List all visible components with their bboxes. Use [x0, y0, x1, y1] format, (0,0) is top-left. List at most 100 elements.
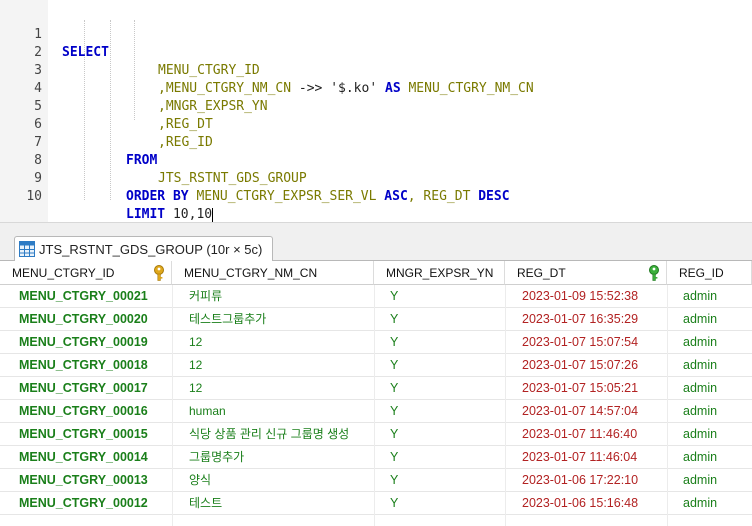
- cell-reg-dt[interactable]: 2023-01-07 15:07:54: [522, 331, 638, 353]
- cell-menu-ctgry-nm-cn[interactable]: 식당 상품 관리 신규 그룹명 생성: [189, 423, 349, 445]
- column-divider: [505, 285, 506, 526]
- column-identifier: ,MNGR_EXPSR_YN: [158, 99, 268, 114]
- cell-reg-id[interactable]: admin: [683, 492, 717, 514]
- result-tab-label: JTS_RSTNT_GDS_GROUP (10r × 5c): [39, 241, 263, 257]
- cell-mngr-expsr-yn[interactable]: Y: [390, 492, 398, 514]
- cell-menu-ctgry-id[interactable]: MENU_CTGRY_00020: [19, 308, 148, 330]
- cell-menu-ctgry-id[interactable]: MENU_CTGRY_00019: [19, 331, 148, 353]
- table-row[interactable]: MENU_CTGRY_00014 그룹명추가 Y 2023-01-07 11:46:0…: [0, 446, 752, 469]
- cell-menu-ctgry-id[interactable]: MENU_CTGRY_00021: [19, 285, 148, 307]
- keyword-asc: ASC: [384, 189, 408, 204]
- column-identifier: ,REG_ID: [158, 135, 213, 150]
- cell-menu-ctgry-nm-cn[interactable]: human: [189, 400, 226, 422]
- cell-mngr-expsr-yn[interactable]: Y: [390, 446, 398, 468]
- cell-reg-dt[interactable]: 2023-01-07 16:35:29: [522, 308, 638, 330]
- table-row[interactable]: MENU_CTGRY_00020 테스트그룹추가 Y 2023-01-07 16:35…: [0, 308, 752, 331]
- cell-reg-dt[interactable]: 2023-01-06 17:22:10: [522, 469, 638, 491]
- column-divider: [172, 285, 173, 526]
- keyword-limit: LIMIT: [126, 207, 166, 222]
- column-identifier: ,REG_DT: [158, 117, 213, 132]
- cell-menu-ctgry-nm-cn[interactable]: 12: [189, 354, 202, 376]
- cell-menu-ctgry-id[interactable]: MENU_CTGRY_00014: [19, 446, 148, 468]
- cell-menu-ctgry-nm-cn[interactable]: 커피류: [189, 285, 222, 307]
- cell-reg-id[interactable]: admin: [683, 308, 717, 330]
- code-line: 2 MENU_CTGRY_ID: [0, 26, 260, 78]
- table-identifier: JTS_RSTNT_GDS_GROUP: [158, 171, 307, 186]
- cell-reg-id[interactable]: admin: [683, 285, 717, 307]
- cell-menu-ctgry-nm-cn[interactable]: 그룹명추가: [189, 446, 244, 468]
- result-tab[interactable]: JTS_RSTNT_GDS_GROUP (10r × 5c): [14, 236, 274, 261]
- cell-reg-id[interactable]: admin: [683, 446, 717, 468]
- cell-mngr-expsr-yn[interactable]: Y: [390, 354, 398, 376]
- table-row[interactable]: MENU_CTGRY_00012 테스트 Y 2023-01-06 15:16:48 a…: [0, 492, 752, 515]
- code-line: 5 ,REG_DT: [0, 80, 213, 132]
- line-number: 10: [26, 189, 42, 204]
- cell-menu-ctgry-nm-cn[interactable]: 12: [189, 377, 202, 399]
- cell-menu-ctgry-id[interactable]: MENU_CTGRY_00017: [19, 377, 148, 399]
- column-header-menu-ctgry-id[interactable]: MENU_CTGRY_ID: [0, 261, 172, 285]
- keyword-as: AS: [377, 81, 409, 96]
- table-row[interactable]: MENU_CTGRY_00015 식당 상품 관리 신규 그룹명 생성 Y 2023-…: [0, 423, 752, 446]
- column-divider: [667, 285, 668, 526]
- column-header-reg-dt[interactable]: REG_DT: [505, 261, 667, 285]
- cell-reg-id[interactable]: admin: [683, 423, 717, 445]
- cell-mngr-expsr-yn[interactable]: Y: [390, 377, 398, 399]
- cell-reg-dt[interactable]: 2023-01-07 15:07:26: [522, 354, 638, 376]
- table-row[interactable]: MENU_CTGRY_00019 12 Y 2023-01-07 15:07:54 ad…: [0, 331, 752, 354]
- column-header-reg-id[interactable]: REG_ID: [667, 261, 752, 285]
- column-identifier: ,MENU_CTGRY_NM_CN: [158, 81, 292, 96]
- cell-menu-ctgry-nm-cn[interactable]: 테스트: [189, 492, 222, 514]
- cell-reg-id[interactable]: admin: [683, 377, 717, 399]
- text-cursor: [212, 207, 214, 222]
- cell-reg-dt[interactable]: 2023-01-07 14:57:04: [522, 400, 638, 422]
- table-row[interactable]: MENU_CTGRY_00021 커피류 Y 2023-01-09 15:52:38 a…: [0, 285, 752, 308]
- cell-reg-id[interactable]: admin: [683, 469, 717, 491]
- table-row[interactable]: MENU_CTGRY_00018 12 Y 2023-01-07 15:07:26 ad…: [0, 354, 752, 377]
- cell-menu-ctgry-id[interactable]: MENU_CTGRY_00015: [19, 423, 148, 445]
- cell-reg-id[interactable]: admin: [683, 354, 717, 376]
- code-line: 8 JTS_RSTNT_GDS_GROUP: [0, 134, 307, 186]
- code-line: 10 LIMIT 10,10: [0, 170, 214, 222]
- cell-reg-dt[interactable]: 2023-01-06 15:16:48: [522, 492, 638, 514]
- cell-reg-id[interactable]: admin: [683, 331, 717, 353]
- code-line: 1 SELECT: [0, 8, 109, 60]
- table-row[interactable]: MENU_CTGRY_00013 양식 Y 2023-01-06 17:22:10 ad…: [0, 469, 752, 492]
- cell-menu-ctgry-nm-cn[interactable]: 양식: [189, 469, 211, 491]
- code-line: 6 ,REG_ID: [0, 98, 213, 150]
- cell-mngr-expsr-yn[interactable]: Y: [390, 331, 398, 353]
- cell-mngr-expsr-yn[interactable]: Y: [390, 285, 398, 307]
- cell-menu-ctgry-nm-cn[interactable]: 테스트그룹추가: [189, 308, 266, 330]
- table-row[interactable]: MENU_CTGRY_00016 human Y 2023-01-07 14:57:0…: [0, 400, 752, 423]
- cell-menu-ctgry-id[interactable]: MENU_CTGRY_00013: [19, 469, 148, 491]
- code-line: 3 ,MENU_CTGRY_NM_CN ->> '$.ko' AS MENU_C…: [0, 44, 534, 96]
- cell-mngr-expsr-yn[interactable]: Y: [390, 400, 398, 422]
- cell-reg-dt[interactable]: 2023-01-07 15:05:21: [522, 377, 638, 399]
- cell-menu-ctgry-id[interactable]: MENU_CTGRY_00018: [19, 354, 148, 376]
- keyword-select: SELECT: [62, 45, 109, 60]
- column-identifier: MENU_CTGRY_EXPSR_SER_VL: [188, 189, 385, 204]
- keyword-desc: DESC: [478, 189, 510, 204]
- keyword-order-by: ORDER BY: [126, 189, 189, 204]
- grid-icon: [19, 241, 35, 257]
- column-header-mngr-expsr-yn[interactable]: MNGR_EXPSR_YN: [374, 261, 505, 285]
- column-header-menu-ctgry-nm-cn[interactable]: MENU_CTGRY_NM_CN: [172, 261, 374, 285]
- keyword-from: FROM: [126, 153, 158, 168]
- column-alias: MENU_CTGRY_NM_CN: [408, 81, 534, 96]
- index-key-icon: [649, 265, 659, 281]
- cell-menu-ctgry-nm-cn[interactable]: 12: [189, 331, 202, 353]
- table-row[interactable]: MENU_CTGRY_00017 12 Y 2023-01-07 15:05:21 ad…: [0, 377, 752, 400]
- cell-menu-ctgry-id[interactable]: MENU_CTGRY_00016: [19, 400, 148, 422]
- cell-reg-dt[interactable]: 2023-01-09 15:52:38: [522, 285, 638, 307]
- cell-menu-ctgry-id[interactable]: MENU_CTGRY_00012: [19, 492, 148, 514]
- cell-mngr-expsr-yn[interactable]: Y: [390, 423, 398, 445]
- code-line: 7 FROM: [0, 116, 157, 168]
- cell-mngr-expsr-yn[interactable]: Y: [390, 308, 398, 330]
- indent-guide: [134, 20, 135, 120]
- cell-reg-dt[interactable]: 2023-01-07 11:46:40: [522, 423, 637, 445]
- code-line: 9 ORDER BY MENU_CTGRY_EXPSR_SER_VL ASC, …: [0, 152, 509, 204]
- cell-reg-id[interactable]: admin: [683, 400, 717, 422]
- cell-mngr-expsr-yn[interactable]: Y: [390, 469, 398, 491]
- cell-reg-dt[interactable]: 2023-01-07 11:46:04: [522, 446, 637, 468]
- sql-editor[interactable]: 1 SELECT 2 MENU_CTGRY_ID 3 ,MENU_CTGRY_N…: [0, 0, 752, 222]
- limit-values: 10,10: [165, 207, 213, 222]
